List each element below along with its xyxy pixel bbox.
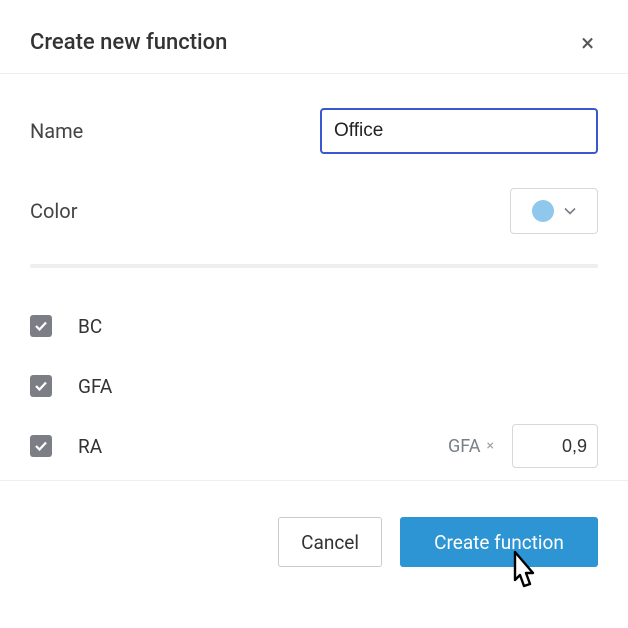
name-row: Name <box>30 108 598 154</box>
checkbox-gfa[interactable] <box>30 375 52 397</box>
create-function-dialog: Create new function × Name Color BC <box>0 0 628 567</box>
metric-label: GFA <box>78 375 598 398</box>
dialog-title: Create new function <box>30 30 227 55</box>
cancel-button[interactable]: Cancel <box>278 517 382 567</box>
name-input[interactable] <box>320 108 598 154</box>
checkbox-ra[interactable] <box>30 435 52 457</box>
factor-basis-text: GFA <box>448 436 480 457</box>
factor-basis-label: GFA × <box>448 436 494 457</box>
metric-label: RA <box>78 435 448 458</box>
divider <box>0 73 628 74</box>
color-row: Color <box>30 188 598 234</box>
close-icon[interactable]: × <box>577 31 598 55</box>
name-label: Name <box>30 119 320 143</box>
metrics-list: BC GFA RA GFA × <box>30 268 598 476</box>
multiply-icon: × <box>487 438 494 454</box>
factor-input[interactable] <box>512 424 598 468</box>
chevron-down-icon <box>564 207 576 215</box>
create-function-button[interactable]: Create function <box>400 517 598 567</box>
dialog-header: Create new function × <box>30 30 598 55</box>
color-swatch-icon <box>532 200 554 222</box>
color-label: Color <box>30 199 320 223</box>
metric-row-bc: BC <box>30 296 598 356</box>
metric-row-ra: RA GFA × <box>30 416 598 476</box>
metric-row-gfa: GFA <box>30 356 598 416</box>
color-select[interactable] <box>510 188 598 234</box>
dialog-footer: Cancel Create function <box>30 481 598 567</box>
checkbox-bc[interactable] <box>30 315 52 337</box>
metric-label: BC <box>78 315 598 338</box>
